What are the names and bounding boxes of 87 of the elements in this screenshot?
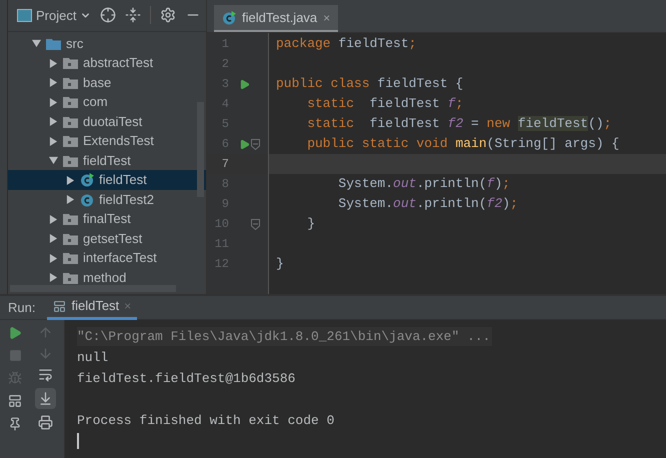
expanded-arrow-icon[interactable] — [49, 156, 58, 166]
tree-item-label: method — [83, 268, 126, 286]
print-icon[interactable] — [38, 415, 52, 430]
tree-item-label: com — [83, 93, 108, 112]
tree-item[interactable]: src — [8, 34, 206, 54]
locate-icon[interactable] — [100, 7, 116, 24]
tree-item-label: src — [66, 34, 84, 53]
code-line: package fieldTest; — [276, 35, 416, 54]
tree-item[interactable]: abstractTest — [8, 53, 206, 73]
panel-icon — [17, 8, 32, 22]
run-gutter-icon[interactable] — [239, 78, 250, 90]
collapsed-arrow-icon[interactable] — [49, 273, 58, 282]
console-output: null — [77, 348, 108, 367]
code-line: public static void main(String[] args) { — [306, 135, 620, 154]
fold-marker-icon[interactable] — [251, 138, 260, 150]
code-line: static fieldTest f; — [306, 95, 464, 114]
collapsed-arrow-icon[interactable] — [66, 195, 75, 204]
collapsed-arrow-icon[interactable] — [49, 214, 58, 224]
package-folder-icon — [63, 272, 78, 284]
collapsed-arrow-icon[interactable] — [49, 117, 58, 126]
package-folder-icon — [63, 96, 78, 108]
tree-item-label: abstractTest — [83, 54, 154, 72]
expanded-arrow-icon[interactable] — [32, 39, 41, 48]
console-icon — [53, 300, 66, 312]
collapsed-arrow-icon[interactable] — [49, 58, 58, 68]
tree-item-label: ExtendsTest — [83, 132, 154, 150]
tree-item[interactable]: ExtendsTest — [8, 131, 206, 151]
collapsed-arrow-icon[interactable] — [49, 136, 58, 146]
pin-icon[interactable] — [8, 417, 22, 431]
tree-item-label: fieldTest — [99, 171, 147, 190]
tree-item[interactable]: interfaceTest — [8, 248, 206, 268]
tree-item[interactable]: com — [8, 92, 206, 112]
tree-item-label: interfaceTest — [83, 249, 157, 268]
package-folder-icon — [63, 76, 78, 89]
package-folder-icon — [63, 252, 78, 264]
tree-item[interactable]: fieldTest — [8, 170, 206, 190]
line-number: 7 — [220, 156, 229, 173]
tree-item[interactable]: fieldTest — [8, 150, 206, 170]
console-output: fieldTest.fieldTest@1b6d3586 — [77, 370, 296, 388]
package-folder-icon — [63, 213, 78, 226]
package-folder-icon — [63, 232, 78, 245]
run-label: Run: — [8, 298, 36, 317]
code-line: } — [276, 255, 284, 274]
console-output: Process finished with exit code 0 — [77, 412, 334, 430]
tree-item[interactable]: method — [8, 268, 206, 286]
text-cursor — [77, 433, 79, 449]
arrow-down-to-line-icon — [38, 391, 52, 406]
tree-item[interactable]: duotaiTest — [8, 112, 206, 132]
close-tab-button[interactable]: × — [323, 8, 330, 26]
layout-icon[interactable] — [8, 394, 22, 408]
project-view-selector[interactable]: Project — [17, 6, 92, 26]
collapsed-arrow-icon[interactable] — [49, 254, 58, 263]
tree-item[interactable]: finalTest — [8, 209, 206, 229]
code-line: System.out.println(f); — [337, 175, 510, 194]
horizontal-scrollbar[interactable] — [10, 285, 176, 292]
settings-icon[interactable] — [160, 7, 176, 24]
tree-item-label: fieldTest2 — [99, 190, 154, 209]
code-line: System.out.println(f2); — [337, 195, 518, 214]
folder-icon — [46, 38, 61, 50]
code-line: } — [306, 215, 316, 234]
tree-item-label: getsetTest — [83, 230, 142, 248]
collapsed-arrow-icon[interactable] — [66, 176, 75, 185]
fold-marker-icon[interactable] — [251, 218, 260, 230]
vertical-scrollbar[interactable] — [197, 102, 204, 197]
package-folder-icon — [63, 154, 78, 167]
tree-item[interactable]: base — [8, 72, 206, 92]
tree-item-label: duotaiTest — [83, 112, 142, 131]
package-folder-icon — [63, 57, 78, 70]
tree-item-label: fieldTest — [83, 152, 131, 170]
tree-item[interactable]: fieldTest2 — [8, 190, 206, 210]
collapsed-arrow-icon[interactable] — [49, 78, 58, 88]
class-icon — [222, 10, 236, 24]
tree-item[interactable]: getsetTest — [8, 228, 206, 248]
collapsed-arrow-icon[interactable] — [49, 98, 58, 107]
run-icon[interactable] — [8, 326, 22, 340]
soft-wrap-icon[interactable] — [38, 367, 52, 382]
run-gutter-icon[interactable] — [239, 138, 250, 150]
tree-item-label: base — [83, 74, 112, 92]
scroll-to-end-button[interactable] — [34, 388, 56, 409]
code-line: static fieldTest f2 = new fieldTest(); — [306, 115, 612, 134]
editor-tab[interactable]: fieldTest.java × — [214, 5, 338, 32]
code-line: public class fieldTest { — [276, 75, 464, 94]
tree-item-label: finalTest — [83, 210, 131, 228]
package-folder-icon — [63, 116, 78, 128]
collapse-all-icon[interactable] — [125, 7, 142, 24]
package-folder-icon — [63, 135, 78, 148]
collapsed-arrow-icon[interactable] — [49, 234, 58, 244]
